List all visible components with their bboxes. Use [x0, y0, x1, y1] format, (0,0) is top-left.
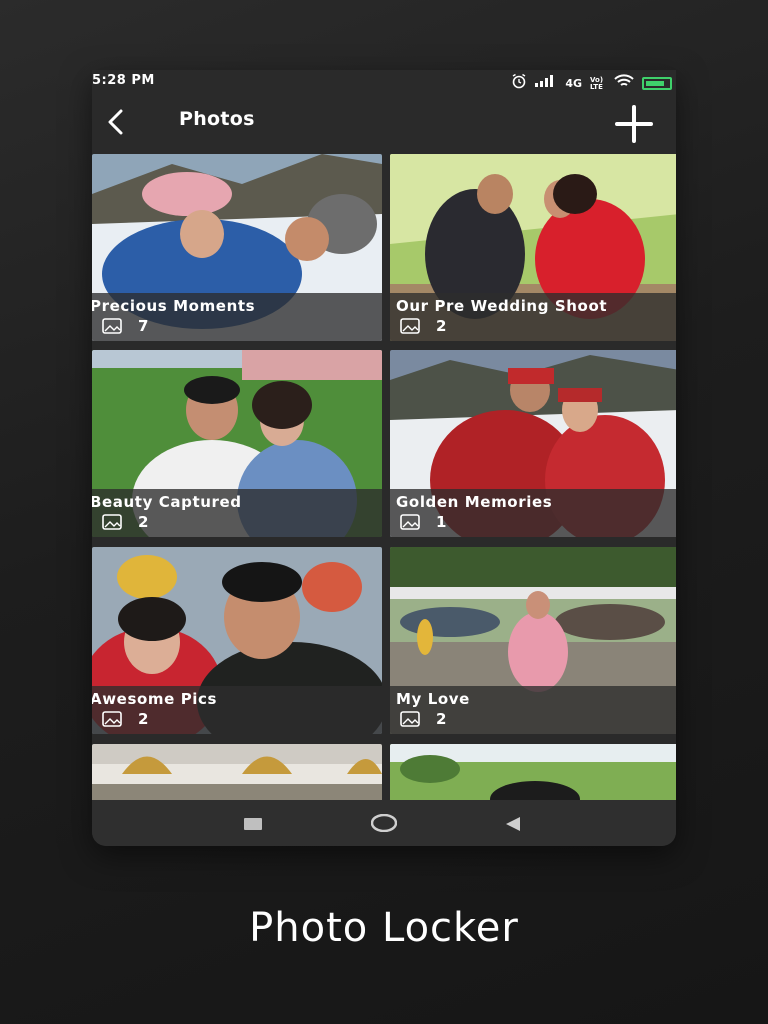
- wifi-icon: [614, 74, 634, 93]
- album-tile[interactable]: [390, 744, 676, 800]
- album-caption: Golden Memories 1: [390, 489, 676, 537]
- album-tile[interactable]: Awesome Pics 2: [92, 547, 382, 734]
- album-tile[interactable]: Precious Moments 7: [92, 154, 382, 341]
- status-bar: 5:28 PM 4G Vo) LTE: [92, 70, 676, 94]
- album-tile[interactable]: Our Pre Wedding Shoot 2: [390, 154, 676, 341]
- image-icon: [400, 711, 420, 727]
- system-nav-bar: [92, 800, 676, 846]
- photo-count: 1: [436, 513, 447, 531]
- album-caption: Beauty Captured 2: [92, 489, 382, 537]
- photo-count: 2: [436, 317, 447, 335]
- page-title: Photos: [179, 108, 255, 130]
- album-tile[interactable]: My Love 2: [390, 547, 676, 734]
- chevron-left-icon: [108, 109, 123, 135]
- home-circle-icon[interactable]: [371, 814, 397, 832]
- app-bar: Photos: [92, 94, 676, 154]
- album-thumbnail: [390, 744, 676, 800]
- status-time: 5:28 PM: [92, 73, 155, 88]
- image-icon: [102, 711, 122, 727]
- alarm-icon: [511, 73, 527, 94]
- album-thumbnail: [92, 744, 382, 800]
- app-name-caption: Photo Locker: [249, 905, 519, 951]
- album-title: Our Pre Wedding Shoot: [396, 297, 608, 315]
- photo-count: 2: [138, 710, 149, 728]
- album-grid: Precious Moments 7 Our Pre Wedding Shoot…: [92, 154, 676, 800]
- image-icon: [400, 514, 420, 530]
- album-title: Precious Moments: [92, 297, 256, 315]
- album-caption: My Love 2: [390, 686, 676, 734]
- album-title: My Love: [396, 690, 470, 708]
- album-caption: Our Pre Wedding Shoot 2: [390, 293, 676, 341]
- network-type: 4G: [565, 76, 582, 90]
- album-caption: Precious Moments 7: [92, 293, 382, 341]
- album-tile[interactable]: Beauty Captured 2: [92, 350, 382, 537]
- image-icon: [400, 318, 420, 334]
- album-title: Golden Memories: [396, 493, 553, 511]
- album-tile[interactable]: [92, 744, 382, 800]
- phone-screen: 5:28 PM 4G Vo) LTE Photos Precious Momen…: [92, 70, 676, 846]
- album-title: Awesome Pics: [92, 690, 218, 708]
- photo-count: 2: [138, 513, 149, 531]
- signal-icon: [535, 75, 557, 92]
- add-album-button[interactable]: [614, 104, 654, 144]
- photo-count: 7: [138, 317, 149, 335]
- image-icon: [102, 318, 122, 334]
- back-triangle-icon[interactable]: [504, 816, 522, 832]
- recents-square-icon[interactable]: [244, 818, 262, 830]
- volte-indicator: Vo) LTE: [590, 75, 604, 91]
- album-title: Beauty Captured: [92, 493, 242, 511]
- photo-count: 2: [436, 710, 447, 728]
- album-caption: Awesome Pics 2: [92, 686, 382, 734]
- battery-icon: [642, 77, 672, 90]
- image-icon: [102, 514, 122, 530]
- plus-icon: [615, 105, 653, 143]
- back-button[interactable]: [100, 106, 132, 138]
- album-tile[interactable]: Golden Memories 1: [390, 350, 676, 537]
